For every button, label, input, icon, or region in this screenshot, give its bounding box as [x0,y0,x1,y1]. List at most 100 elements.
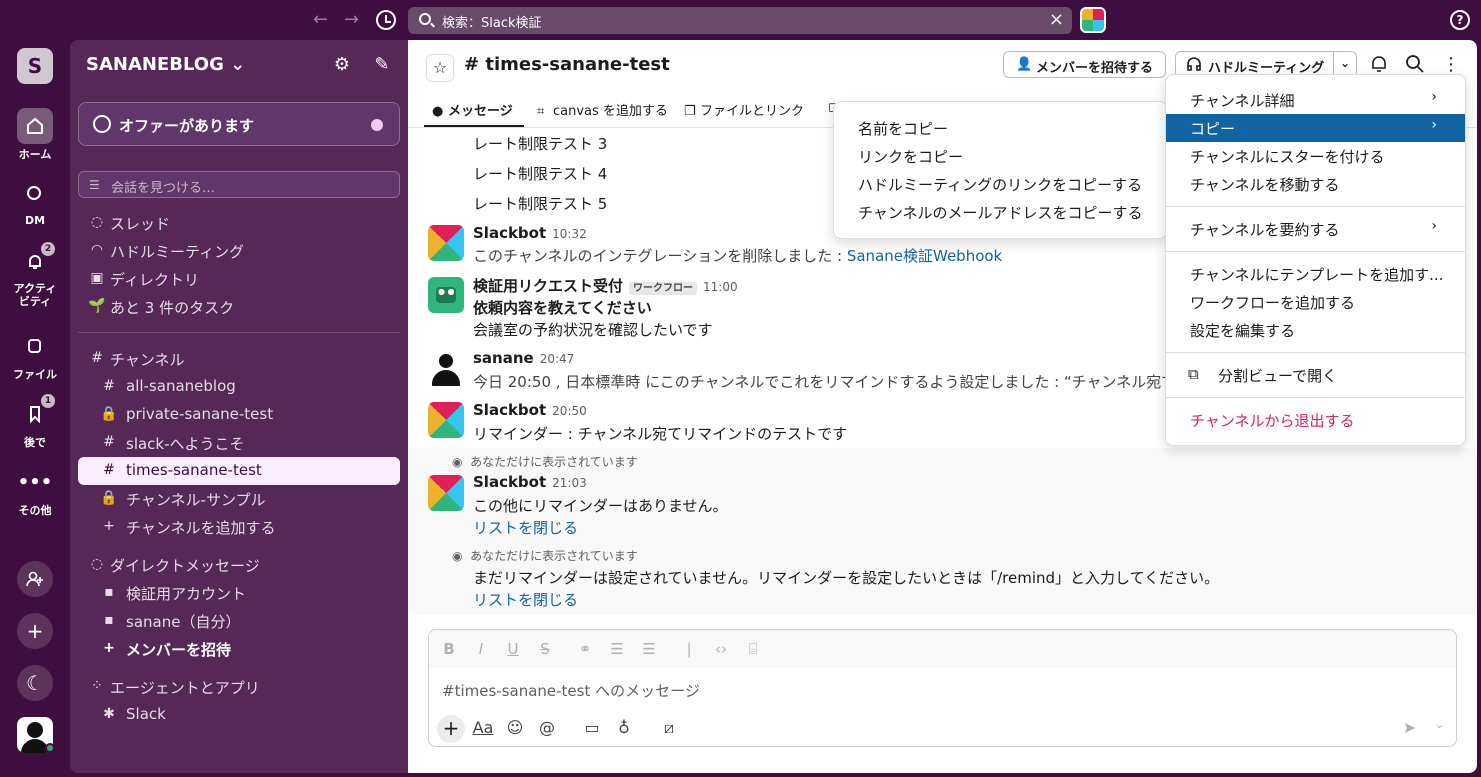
sidebar-item-dm-test-account[interactable]: ▪ 検証用アカウント [78,579,400,607]
settings-gear-icon[interactable]: ⚙ [331,54,353,76]
menu-item-split-view[interactable]: ⧉ 分割ビューで開く [1166,361,1465,389]
workspace-switcher[interactable]: S [17,48,53,84]
webhook-link[interactable]: Sanane検証Webhook [847,247,1002,265]
rail-item-files[interactable]: ファイル [0,328,70,382]
message-time[interactable]: 21:03 [552,476,587,490]
chevron-down-icon[interactable]: ⌄ [1435,718,1444,731]
emoji-icon[interactable]: ☺ [504,718,526,737]
star-icon[interactable]: ☆ [426,54,454,82]
apps-section-header[interactable]: ⁘ エージェントとアプリ [78,673,400,701]
menu-item-summarize[interactable]: チャンネルを要約する › [1166,215,1465,243]
offer-banner[interactable]: オファーがあります [78,102,400,146]
menu-item-copy-huddle-link[interactable]: ハドルミーティングのリンクをコピーする [834,170,1166,198]
message-time[interactable]: 11:00 [703,280,738,294]
message-time[interactable]: 20:50 [552,404,587,418]
find-conversation-input[interactable]: ☰ 会話を見つける… [78,171,400,198]
message-time[interactable]: 20:47 [540,352,575,366]
moon-icon[interactable]: ☾ [17,665,53,701]
code-block-icon[interactable]: ⌸ [743,640,763,658]
message-input[interactable]: #times-sanane-test へのメッセージ [442,680,700,701]
message-author[interactable]: Slackbot [473,224,546,242]
forward-arrow-icon[interactable]: → [344,10,359,30]
rail-item-activity[interactable]: 2 アクティビティ [0,242,70,308]
mention-icon[interactable]: @ [536,718,558,737]
menu-item-move-channel[interactable]: チャンネルを移動する [1166,170,1465,198]
menu-item-star-channel[interactable]: チャンネルにスターを付ける [1166,142,1465,170]
menu-item-add-template[interactable]: チャンネルにテンプレートを追加す... [1166,260,1465,288]
menu-item-channel-details[interactable]: チャンネル詳細 › [1166,86,1465,114]
sidebar-item-huddles[interactable]: ◠ ハドルミーティング [78,237,400,265]
menu-item-copy-link[interactable]: リンクをコピー [834,142,1166,170]
workspace-name[interactable]: SANANEBLOG ⌄ [86,54,245,75]
notification-bell-icon[interactable] [1368,54,1390,76]
sidebar-item-threads[interactable]: ◌ スレッド [78,209,400,237]
close-list-link[interactable]: リストを閉じる [473,517,578,538]
sidebar-item-tasks[interactable]: 🌱 あと 3 件のタスク [78,293,400,321]
close-list-link[interactable]: リストを閉じる [473,589,578,610]
menu-item-copy[interactable]: コピー › [1166,114,1465,142]
strikethrough-icon[interactable]: S [535,640,555,658]
bold-icon[interactable]: B [439,640,459,658]
blockquote-icon[interactable]: ❘ [679,640,699,658]
slackbot-avatar[interactable] [428,225,464,261]
kebab-menu-icon[interactable]: ⋮ [1440,54,1462,76]
microphone-icon[interactable]: ♁ [613,718,635,737]
rail-item-later[interactable]: 1 後で [0,394,70,450]
compose-icon[interactable]: ✎ [371,54,393,76]
clear-search-icon[interactable]: × [1049,9,1064,30]
add-workspace-icon[interactable]: + [17,613,53,649]
slackbot-avatar[interactable] [428,402,464,438]
channels-section-header[interactable]: # チャンネル [78,345,400,373]
sidebar-item-slack-welcome[interactable]: # slack-へようこそ [78,429,400,457]
message-author[interactable]: 検証用リクエスト受付 [473,277,623,295]
search-icon[interactable] [1404,54,1426,76]
slash-command-icon[interactable]: ⧄ [658,718,680,738]
sidebar-item-all-sananeblog[interactable]: # all-sananeblog [78,373,400,401]
video-icon[interactable]: ▭ [581,718,603,737]
menu-item-copy-email[interactable]: チャンネルのメールアドレスをコピーする [834,198,1166,226]
message-author[interactable]: Slackbot [473,473,546,491]
rail-item-more[interactable]: ••• その他 [0,464,70,518]
slack-app-logo-icon[interactable] [1080,7,1106,33]
ordered-list-icon[interactable]: ☰ [607,640,627,658]
invite-members-button[interactable]: 👤 メンバーを招待する [1003,51,1166,78]
underline-icon[interactable]: U [503,640,523,658]
send-icon[interactable]: ➤ [1403,718,1416,737]
bullet-list-icon[interactable]: ☰ [639,640,659,658]
search-bar[interactable]: 検索：Slack検証 × [408,7,1072,34]
menu-item-add-workflow[interactable]: ワークフローを追加する [1166,288,1465,316]
plus-icon[interactable]: + [437,715,465,743]
sidebar-item-channel-sample[interactable]: 🔒 チャンネル-サンプル [78,485,400,513]
back-arrow-icon[interactable]: ← [313,10,328,30]
sidebar-item-directory[interactable]: ▣ ディレクトリ [78,265,400,293]
help-icon[interactable]: ? [1450,10,1470,30]
link-icon[interactable]: ⚭ [575,640,595,658]
workflow-avatar[interactable] [428,277,464,313]
sidebar-item-private-sanane-test[interactable]: 🔒 private-sanane-test [78,401,400,429]
slackbot-avatar[interactable] [428,475,464,511]
menu-item-edit-settings[interactable]: 設定を編集する [1166,316,1465,344]
sidebar-item-slack-app[interactable]: ✱ Slack [78,701,400,729]
rail-item-home[interactable]: ホーム [0,108,70,162]
message-time[interactable]: 10:32 [552,227,587,241]
dm-section-header[interactable]: ◌ ダイレクトメッセージ [78,551,400,579]
sidebar-item-dm-self[interactable]: ▪ sanane（自分） [78,607,400,635]
menu-item-copy-name[interactable]: 名前をコピー [834,114,1166,142]
message-author[interactable]: sanane [473,349,534,367]
sidebar-item-add-channel[interactable]: + チャンネルを追加する [78,513,400,541]
sanane-avatar[interactable] [428,350,464,386]
channel-title[interactable]: # times-sanane-test [464,54,670,75]
italic-icon[interactable]: I [471,640,491,658]
tab-add-canvas[interactable]: ⌗ canvas を追加する [537,100,668,119]
tab-files-links[interactable]: ❐ ファイルとリンク [684,100,804,119]
tab-messages[interactable]: ● メッセージ [432,100,513,119]
chevron-down-icon[interactable]: ⌄ [1340,56,1350,70]
history-icon[interactable] [376,10,396,30]
menu-item-leave-channel[interactable]: チャンネルから退出する [1166,406,1465,434]
code-icon[interactable]: ‹› [711,640,731,658]
sidebar-item-times-sanane-test[interactable]: # times-sanane-test [78,457,400,485]
rail-item-dm[interactable]: DM [0,176,70,227]
message-author[interactable]: Slackbot [473,401,546,419]
add-member-icon[interactable] [17,561,53,597]
sidebar-item-invite-members[interactable]: + メンバーを招待 [78,635,400,663]
